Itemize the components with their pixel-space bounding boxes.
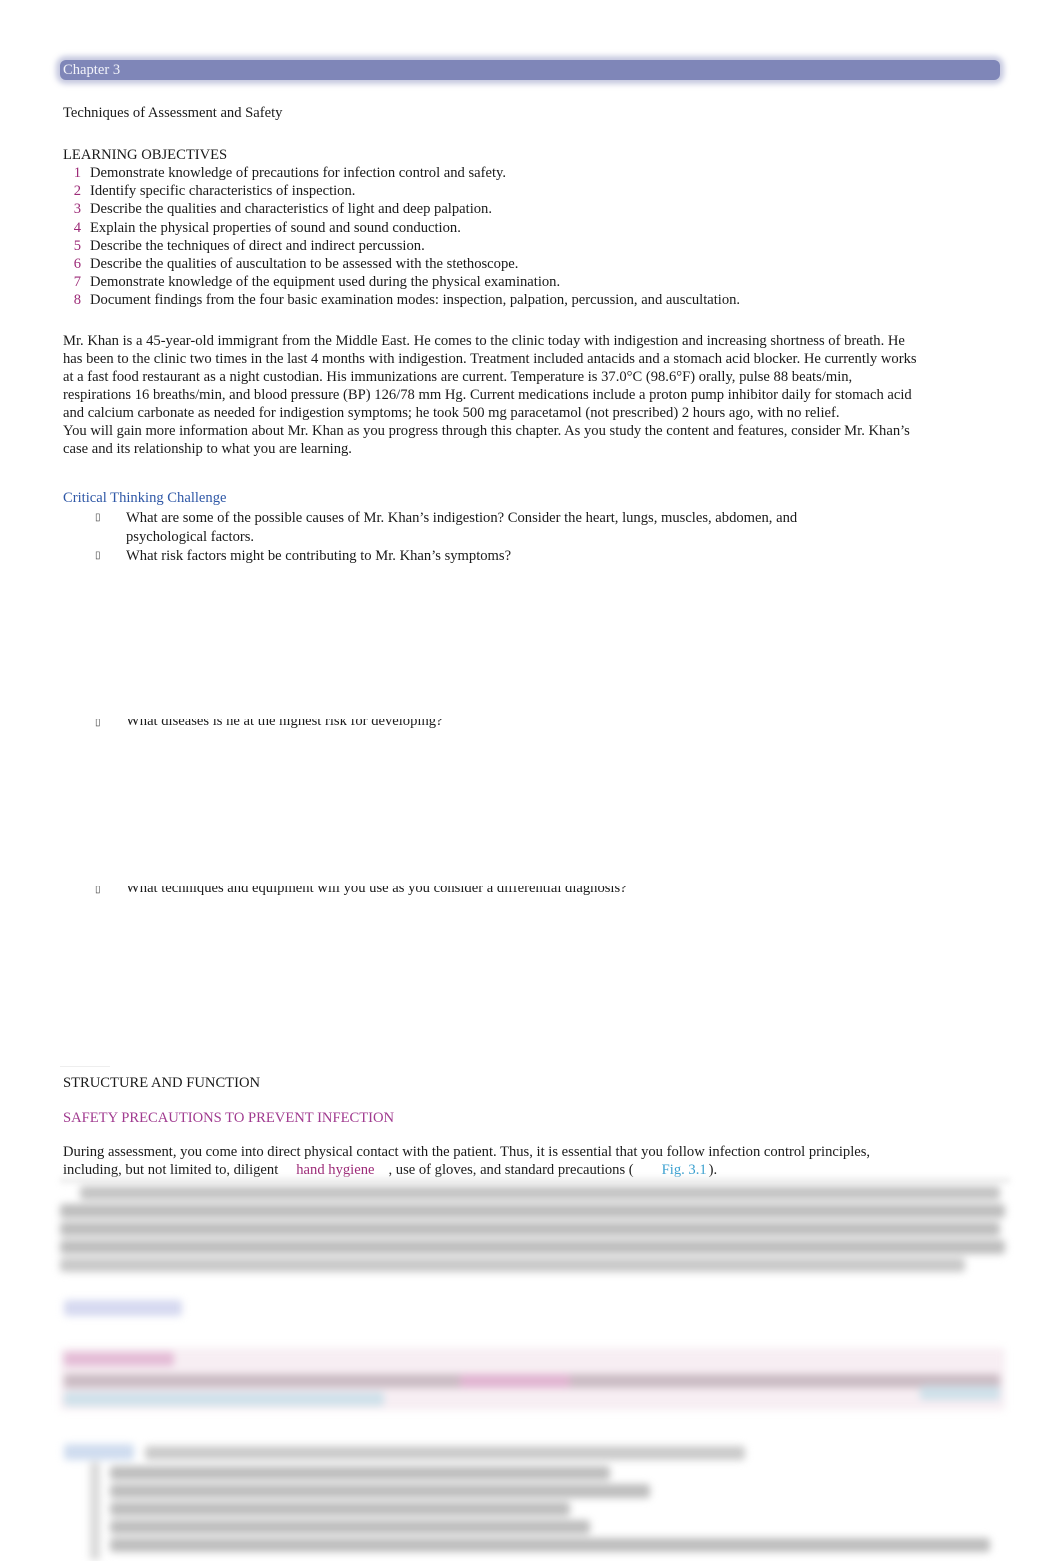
objective-item: 6 Describe the qualities of auscultation … [63, 255, 740, 273]
critical-thinking-question: What risk factors might be contributing … [126, 548, 512, 564]
figure-3-1-link[interactable]: Fig. 3.1 [662, 1162, 707, 1178]
learning-objectives-heading: LEARNING OBJECTIVES [63, 147, 228, 163]
blurred-text-line [110, 1538, 990, 1552]
case-study-paragraph: You will gain more information about Mr.… [63, 423, 910, 457]
objective-text: Describe the qualities and characteristi… [90, 201, 492, 218]
objective-item: 7 Demonstrate knowledge of the equipment … [63, 273, 740, 291]
divider [60, 1066, 110, 1067]
safety-precautions-heading: SAFETY PRECAUTIONS TO PREVENT INFECTION [63, 1110, 395, 1126]
objective-number: 8 [73, 292, 81, 309]
objective-number: 2 [73, 183, 81, 200]
blurred-text-line [110, 1466, 610, 1480]
objective-text: Demonstrate knowledge of precautions for… [90, 165, 507, 181]
bullet-icon: ▯ [95, 719, 101, 728]
structure-function-heading: STRUCTURE AND FUNCTION [63, 1075, 261, 1091]
blurred-text-line [60, 1240, 1005, 1254]
blurred-link [64, 1392, 384, 1406]
chapter-header-bar [60, 60, 1000, 80]
bullet-icon: ▯ [95, 550, 101, 561]
blurred-link [64, 1300, 182, 1316]
paragraph-text: , use of gloves, and standard precaution… [388, 1162, 634, 1178]
objective-item: 8 Document findings from the four basic e… [63, 291, 740, 309]
blurred-link [460, 1374, 570, 1388]
objective-number: 1 [73, 165, 81, 181]
blurred-text-line [110, 1484, 650, 1498]
blurred-list-bullets [90, 1462, 100, 1560]
chapter-title: Techniques of Assessment and Safety [63, 105, 283, 121]
critical-thinking-question: What techniques and equipment will you u… [126, 886, 627, 896]
objective-text: Identify specific characteristics of ins… [90, 183, 356, 200]
objective-text: Describe the qualities of auscultation t… [90, 255, 519, 272]
blurred-text-line [110, 1502, 570, 1516]
blurred-text-line [145, 1446, 745, 1460]
critical-thinking-item: ▯ What risk factors might be contributin… [95, 547, 875, 567]
critical-thinking-item: ▯ What are some of the possible causes o… [95, 509, 875, 549]
blurred-text-line [80, 1186, 1000, 1200]
infection-control-paragraph: During assessment, you come into direct … [63, 1143, 923, 1179]
objective-number: 7 [73, 274, 81, 291]
objective-item: 4 Explain the physical properties of soun… [63, 219, 740, 237]
objective-item: 3 Describe the qualities and characterist… [63, 200, 740, 218]
critical-thinking-question: What diseases is he at the highest risk … [126, 719, 443, 729]
chapter-label: Chapter 3 [63, 62, 121, 78]
blurred-text-line [60, 1204, 1005, 1218]
critical-thinking-question: What are some of the possible causes of … [126, 510, 798, 545]
case-study-paragraph: Mr. Khan is a 45-year-old immigrant from… [63, 333, 917, 421]
paragraph-text: ). [708, 1162, 718, 1178]
objective-text: Explain the physical properties of sound… [90, 219, 461, 236]
blurred-text-line [60, 1222, 1000, 1236]
blurred-callout-title [64, 1352, 174, 1366]
objective-number: 3 [73, 201, 81, 218]
case-study: Mr. Khan is a 45-year-old immigrant from… [63, 332, 923, 458]
blurred-figure-label [64, 1444, 134, 1460]
objective-text: Describe the techniques of direct and in… [90, 237, 425, 254]
objective-item: 2 Identify specific characteristics of in… [63, 182, 740, 200]
objective-item: 1 Demonstrate knowledge of precautions fo… [63, 164, 740, 182]
objective-text: Document findings from the four basic ex… [90, 292, 741, 309]
bullet-icon: ▯ [95, 886, 101, 895]
critical-thinking-heading: Critical Thinking Challenge [63, 490, 227, 506]
learning-objectives-list: 1 Demonstrate knowledge of precautions fo… [63, 164, 740, 310]
blurred-content-region [60, 1180, 1010, 1560]
objective-number: 4 [73, 219, 81, 236]
objective-number: 6 [73, 255, 81, 272]
objective-number: 5 [73, 237, 81, 254]
hand-hygiene-link[interactable]: hand hygiene [296, 1162, 374, 1178]
bullet-icon: ▯ [95, 512, 101, 523]
critical-thinking-item-clipped: ▯ What techniques and equipment will you… [95, 886, 795, 898]
blurred-link [920, 1386, 1000, 1400]
blurred-text-line [110, 1520, 590, 1534]
objective-item: 5 Describe the techniques of direct and i… [63, 237, 740, 255]
objective-text: Demonstrate knowledge of the equipment u… [90, 274, 561, 291]
critical-thinking-item-clipped: ▯ What diseases is he at the highest ris… [95, 719, 795, 731]
blurred-text-line [60, 1258, 965, 1272]
